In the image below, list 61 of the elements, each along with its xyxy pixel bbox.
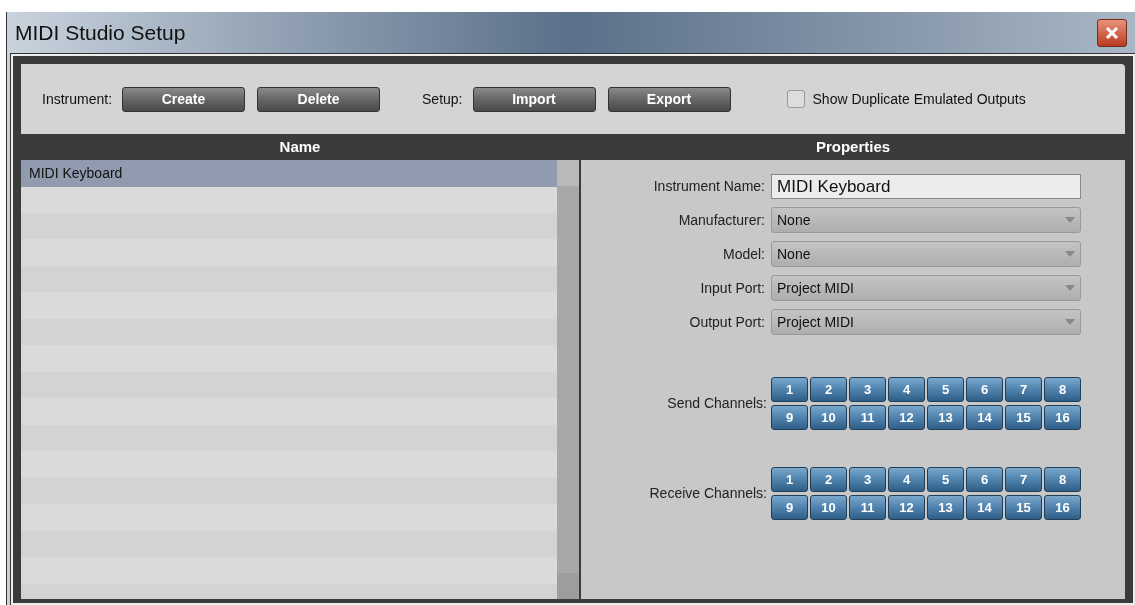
channel-button[interactable]: 6 [966, 377, 1003, 402]
channel-button[interactable]: 7 [1005, 377, 1042, 402]
channel-button[interactable]: 13 [927, 405, 964, 430]
dropdown[interactable]: Project MIDI [771, 275, 1081, 301]
toolbar-label: Instrument: [42, 89, 113, 109]
text-field[interactable]: MIDI Keyboard [771, 174, 1081, 199]
dropdown-arrow-icon [1065, 285, 1075, 291]
dropdown[interactable]: None [771, 241, 1081, 267]
channel-button[interactable]: 2 [810, 467, 847, 492]
channel-button[interactable]: 3 [849, 467, 886, 492]
channel-button[interactable]: 10 [810, 405, 847, 430]
channel-button[interactable]: 15 [1005, 495, 1042, 520]
close-icon [1105, 26, 1119, 40]
channel-button[interactable]: 12 [888, 405, 925, 430]
dropdown[interactable]: Project MIDI [771, 309, 1081, 335]
channel-button[interactable]: 16 [1044, 495, 1081, 520]
channel-button[interactable]: 8 [1044, 467, 1081, 492]
list-item[interactable]: MIDI Keyboard [21, 160, 557, 187]
channel-button[interactable]: 9 [771, 405, 808, 430]
field-label: Output Port: [689, 312, 765, 332]
close-button[interactable] [1097, 19, 1127, 47]
toolbar-button[interactable]: Import [472, 86, 596, 112]
toolbar-button[interactable]: Delete [257, 86, 381, 112]
field-label: Input Port: [700, 278, 765, 298]
dropdown-arrow-icon [1065, 217, 1075, 223]
channel-button[interactable]: 4 [888, 377, 925, 402]
channel-button[interactable]: 14 [966, 495, 1003, 520]
channel-button[interactable]: 11 [849, 495, 886, 520]
dropdown[interactable]: None [771, 207, 1081, 233]
window-title: MIDI Studio Setup [15, 20, 186, 47]
channel-button[interactable]: 13 [927, 495, 964, 520]
channel-button[interactable]: 11 [849, 405, 886, 430]
channel-group-label: Send Channels: [667, 394, 767, 413]
field-label: Manufacturer: [678, 210, 765, 230]
dropdown-arrow-icon [1065, 251, 1075, 257]
channel-button[interactable]: 7 [1005, 467, 1042, 492]
channel-button[interactable]: 1 [771, 467, 808, 492]
channel-button[interactable]: 2 [810, 377, 847, 402]
toolbar-button[interactable]: Create [122, 86, 246, 112]
channel-button[interactable]: 5 [927, 377, 964, 402]
toolbar-label: Setup: [422, 89, 463, 109]
channel-button[interactable]: 9 [771, 495, 808, 520]
channel-button[interactable]: 14 [966, 405, 1003, 430]
field-label: Instrument Name: [653, 177, 765, 196]
field-label: Model: [722, 244, 765, 264]
channel-button[interactable]: 6 [966, 467, 1003, 492]
scrollbar[interactable] [557, 160, 579, 599]
channel-button[interactable]: 15 [1005, 405, 1042, 430]
channel-button[interactable]: 5 [927, 467, 964, 492]
channel-button[interactable]: 1 [771, 377, 808, 402]
channel-button[interactable]: 12 [888, 495, 925, 520]
dropdown-arrow-icon [1065, 319, 1075, 325]
channel-button[interactable]: 4 [888, 467, 925, 492]
channel-button[interactable]: 3 [849, 377, 886, 402]
checkbox[interactable] [786, 90, 805, 108]
checkbox-label: Show Duplicate Emulated Outputs [812, 89, 1026, 109]
channel-button[interactable]: 8 [1044, 377, 1081, 402]
toolbar-button[interactable]: Export [607, 86, 731, 112]
channel-button[interactable]: 16 [1044, 405, 1081, 430]
channel-group-label: Receive Channels: [649, 484, 767, 503]
channel-button[interactable]: 10 [810, 495, 847, 520]
